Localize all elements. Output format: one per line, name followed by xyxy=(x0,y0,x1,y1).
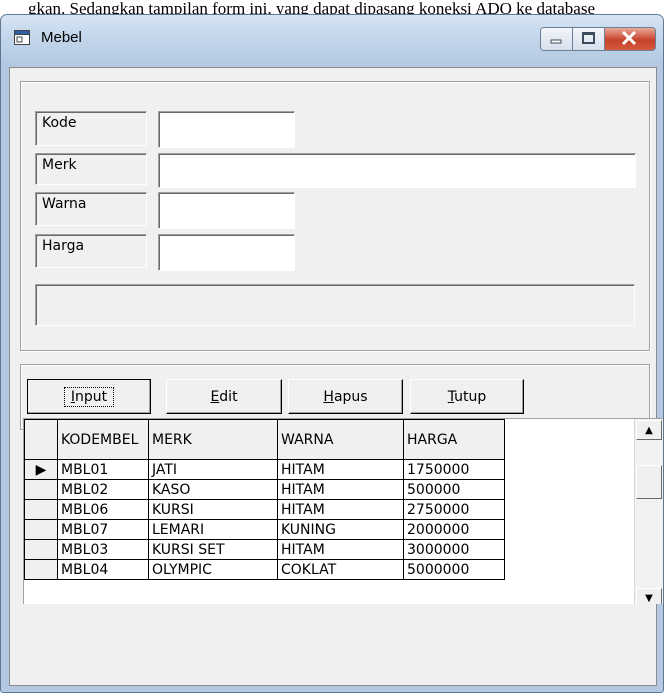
column-header[interactable]: MERK xyxy=(148,419,278,460)
scroll-up-button[interactable]: ▲ xyxy=(636,420,662,440)
row-selector[interactable] xyxy=(24,479,58,500)
window-icon[interactable] xyxy=(14,30,30,45)
cell-warna[interactable]: HITAM xyxy=(277,499,404,520)
cell-kodembel[interactable]: MBL03 xyxy=(57,539,149,560)
hapus-label-rest: apus xyxy=(333,388,368,405)
warna-label: Warna xyxy=(35,192,147,226)
column-header[interactable]: WARNA xyxy=(277,419,404,460)
row-selector[interactable] xyxy=(24,559,58,580)
data-grid[interactable]: KODEMBEL MERK WARNA HARGA ▶ MBL01 JATI H… xyxy=(23,418,663,604)
table-row[interactable]: MBL03 KURSI SET HITAM 3000000 xyxy=(24,539,505,560)
cell-harga[interactable]: 5000000 xyxy=(403,559,505,580)
cell-warna[interactable]: KUNING xyxy=(277,519,404,540)
status-display xyxy=(35,284,635,326)
scroll-up-icon: ▲ xyxy=(645,424,653,436)
cell-harga[interactable]: 2000000 xyxy=(403,519,505,540)
scroll-thumb[interactable] xyxy=(636,465,662,499)
warna-field[interactable] xyxy=(158,192,295,229)
cell-merk[interactable]: LEMARI xyxy=(148,519,278,540)
cell-harga[interactable]: 500000 xyxy=(403,479,505,500)
cell-harga[interactable]: 1750000 xyxy=(403,459,505,480)
cell-kodembel[interactable]: MBL01 xyxy=(57,459,149,480)
close-button[interactable] xyxy=(605,28,655,50)
harga-label: Harga xyxy=(35,234,147,268)
cell-kodembel[interactable]: MBL06 xyxy=(57,499,149,520)
table-row[interactable]: MBL07 LEMARI KUNING 2000000 xyxy=(24,519,505,540)
edit-button-label: Edit xyxy=(210,389,237,405)
cell-warna[interactable]: HITAM xyxy=(277,479,404,500)
row-selector[interactable] xyxy=(24,519,58,540)
cell-kodembel[interactable]: MBL04 xyxy=(57,559,149,580)
input-button[interactable]: Input xyxy=(27,379,151,414)
scroll-down-button[interactable]: ▼ xyxy=(636,588,662,604)
cell-kodembel[interactable]: MBL07 xyxy=(57,519,149,540)
minimize-icon xyxy=(550,39,562,44)
cell-warna[interactable]: HITAM xyxy=(277,539,404,560)
table-row[interactable]: MBL02 KASO HITAM 500000 xyxy=(24,479,505,500)
input-button-label: Input xyxy=(63,386,115,407)
window-controls xyxy=(540,27,656,51)
maximize-button[interactable] xyxy=(573,28,605,50)
close-icon xyxy=(621,30,637,46)
edit-accelerator: E xyxy=(210,388,220,405)
edit-label-rest: dit xyxy=(219,388,238,405)
cell-harga[interactable]: 2750000 xyxy=(403,499,505,520)
kode-label: Kode xyxy=(35,111,147,146)
kode-field[interactable] xyxy=(158,111,295,148)
hapus-button[interactable]: Hapus xyxy=(288,379,403,414)
row-selector[interactable] xyxy=(24,539,58,560)
cell-merk[interactable]: KURSI SET xyxy=(148,539,278,560)
merk-field[interactable] xyxy=(158,153,636,188)
window-title: Mebel xyxy=(41,29,82,46)
edit-button[interactable]: Edit xyxy=(166,379,282,414)
cell-harga[interactable]: 3000000 xyxy=(403,539,505,560)
cell-merk[interactable]: KURSI xyxy=(148,499,278,520)
cell-kodembel[interactable]: MBL02 xyxy=(57,479,149,500)
cell-warna[interactable]: COKLAT xyxy=(277,559,404,580)
header-row: KODEMBEL MERK WARNA HARGA xyxy=(24,419,505,460)
table-row[interactable]: ▶ MBL01 JATI HITAM 1750000 xyxy=(24,459,505,480)
maximize-icon xyxy=(582,32,595,44)
hapus-accelerator: H xyxy=(323,388,334,405)
tutup-button[interactable]: Tutup xyxy=(410,379,524,414)
hapus-button-label: Hapus xyxy=(323,389,367,405)
table-row[interactable]: MBL04 OLYMPIC COKLAT 5000000 xyxy=(24,559,505,580)
minimize-button[interactable] xyxy=(541,28,573,50)
tutup-label-rest: utup xyxy=(454,388,487,405)
column-header[interactable]: HARGA xyxy=(403,419,505,460)
scroll-down-icon: ▼ xyxy=(645,592,653,604)
records-table: KODEMBEL MERK WARNA HARGA ▶ MBL01 JATI H… xyxy=(24,419,505,580)
cell-merk[interactable]: KASO xyxy=(148,479,278,500)
cell-warna[interactable]: HITAM xyxy=(277,459,404,480)
current-row-indicator[interactable]: ▶ xyxy=(24,459,58,480)
row-selector[interactable] xyxy=(24,499,58,520)
vertical-scrollbar[interactable]: ▲ ▼ xyxy=(634,419,663,604)
column-header[interactable]: KODEMBEL xyxy=(57,419,149,460)
tutup-button-label: Tutup xyxy=(448,389,487,405)
input-label-rest: nput xyxy=(75,388,108,405)
cell-merk[interactable]: JATI xyxy=(148,459,278,480)
row-selector-header xyxy=(24,419,58,460)
cell-merk[interactable]: OLYMPIC xyxy=(148,559,278,580)
title-bar[interactable]: Mebel xyxy=(1,15,663,61)
merk-label: Merk xyxy=(35,153,147,185)
harga-field[interactable] xyxy=(158,234,295,271)
table-row[interactable]: MBL06 KURSI HITAM 2750000 xyxy=(24,499,505,520)
